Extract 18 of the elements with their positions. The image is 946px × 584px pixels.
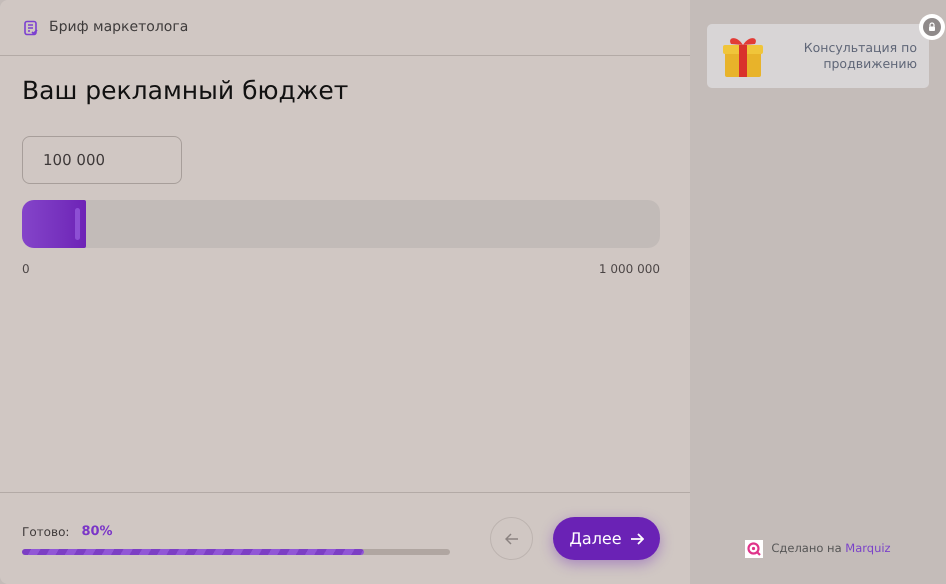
bonus-text: Консультация по продвижению [802, 40, 917, 72]
left-arrow-icon [504, 532, 518, 546]
progress-value: 80% [81, 522, 113, 541]
question-title: Ваш рекламный бюджет [22, 75, 350, 107]
slider-min-label: 0 [22, 261, 30, 278]
marquiz-logo-icon [745, 540, 764, 558]
budget-slider[interactable] [22, 200, 660, 248]
slider-max-label: 1 000 000 [598, 261, 660, 278]
budget-input-field[interactable]: 100 000 [22, 136, 182, 184]
right-arrow-icon [630, 532, 644, 546]
checklist-icon [23, 20, 39, 36]
bonus-card[interactable]: Консультация по продвижению [707, 24, 929, 88]
made-with-credit: Сделано на Marquiz [771, 540, 891, 558]
header-title: Бриф маркетолога [49, 18, 188, 37]
slider-thumb[interactable] [74, 208, 80, 240]
slider-fill[interactable] [22, 200, 86, 248]
progress-label: Готово: [22, 524, 70, 540]
next-button[interactable]: Далее [553, 517, 660, 560]
